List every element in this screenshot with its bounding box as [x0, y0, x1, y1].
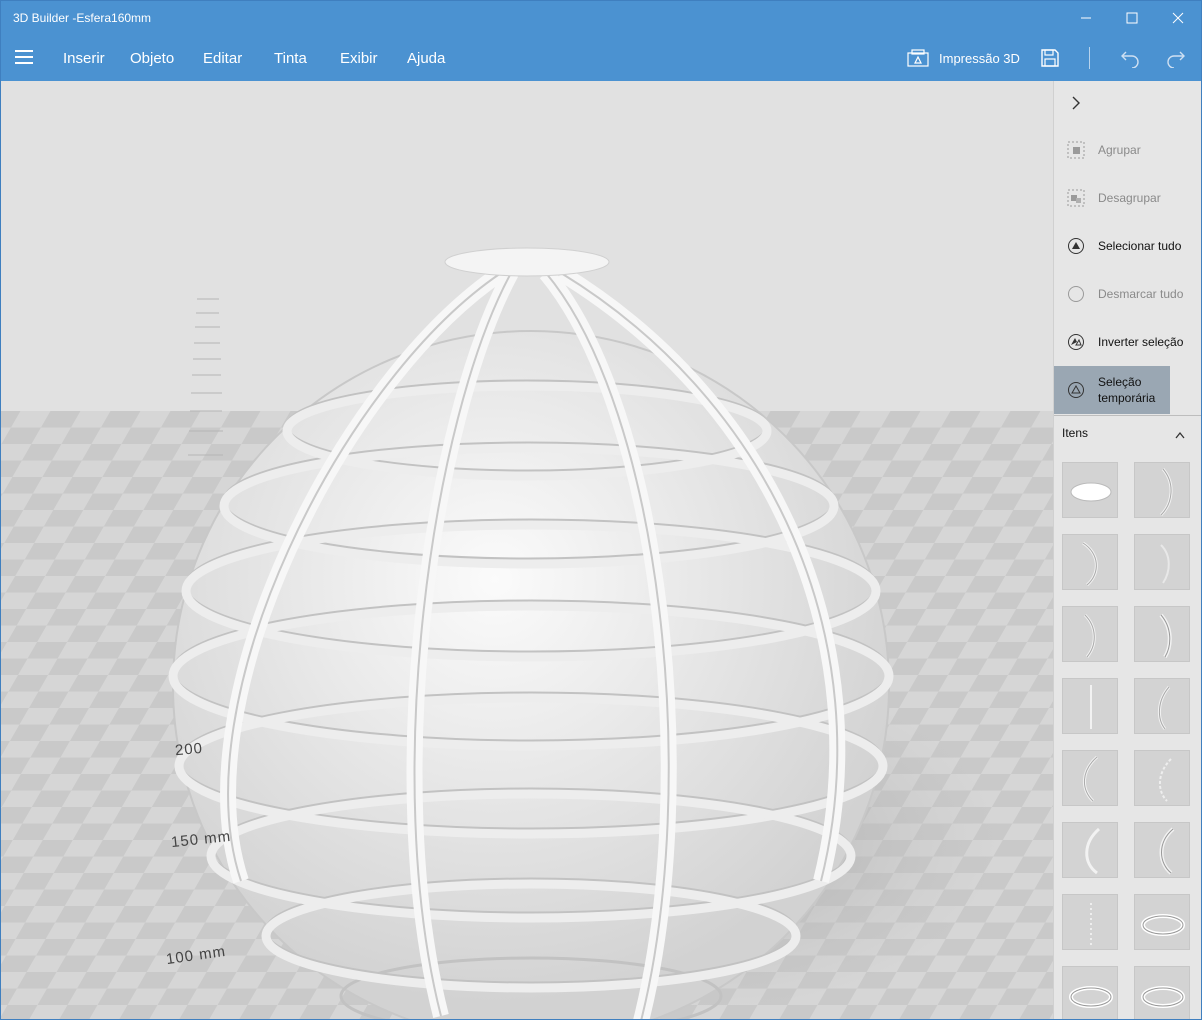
item-thumbnail[interactable] [1062, 822, 1118, 878]
select-all-button[interactable]: Selecionar tudo [1054, 222, 1201, 270]
window-title: 3D Builder -Esfera160mm [13, 11, 152, 25]
menu-exibir[interactable]: Exibir [340, 50, 378, 67]
build-plate-scene [1, 81, 1053, 1019]
ring-icon [1141, 986, 1185, 1008]
item-thumbnail[interactable] [1062, 606, 1118, 662]
item-thumbnail[interactable] [1134, 894, 1190, 950]
print-3d-button[interactable]: Impressão 3D [907, 47, 1020, 69]
menu-ajuda[interactable]: Ajuda [407, 50, 445, 67]
app-window: 3D Builder -Esfera160mm Inserir Objeto E… [0, 0, 1202, 1020]
undo-button[interactable] [1117, 45, 1143, 71]
rib-icon [1159, 613, 1172, 659]
undo-icon [1121, 51, 1139, 68]
print-3d-label: Impressão 3D [939, 50, 1020, 66]
rib-icon [1085, 827, 1101, 875]
item-thumbnail[interactable] [1062, 966, 1118, 1019]
side-panel: Agrupar Desagrupar Selecionar tudo Desma… [1053, 81, 1201, 1019]
ungroup-button[interactable]: Desagrupar [1054, 174, 1201, 222]
rib-icon [1090, 903, 1092, 945]
3d-viewport[interactable]: 100 mm 150 mm 200 [1, 81, 1053, 1019]
menu-tinta[interactable]: Tinta [274, 50, 307, 67]
item-thumbnail[interactable] [1134, 966, 1190, 1019]
temporary-selection-icon [1068, 382, 1084, 398]
minimize-icon [1081, 17, 1091, 19]
item-thumbnail[interactable] [1134, 606, 1190, 662]
item-thumbnail[interactable] [1062, 462, 1118, 518]
item-thumbnail[interactable] [1134, 678, 1190, 734]
disc-icon [1070, 482, 1112, 502]
group-label: Agrupar [1098, 143, 1141, 157]
menu-inserir[interactable]: Inserir [63, 50, 105, 67]
redo-button[interactable] [1163, 45, 1189, 71]
item-thumbnail[interactable] [1134, 822, 1190, 878]
rib-icon [1159, 468, 1173, 517]
deselect-all-label: Desmarcar tudo [1098, 287, 1184, 301]
item-thumbnail[interactable] [1062, 750, 1118, 806]
item-thumbnail[interactable] [1062, 678, 1118, 734]
ungroup-label: Desagrupar [1098, 191, 1161, 205]
toolbar-separator [1089, 47, 1090, 69]
select-all-icon [1068, 238, 1084, 254]
temporary-selection-button[interactable]: Seleção temporária [1054, 366, 1170, 414]
hamburger-menu-icon[interactable] [15, 50, 33, 64]
items-header-label: Itens [1062, 426, 1089, 440]
item-thumbnail[interactable] [1134, 534, 1190, 590]
deselect-all-icon [1068, 286, 1084, 302]
select-all-label: Selecionar tudo [1098, 239, 1182, 253]
rib-icon [1090, 685, 1092, 729]
ruler-label-200: 200 [174, 739, 204, 760]
invert-selection-label: Inverter seleção [1098, 335, 1184, 349]
close-button[interactable] [1155, 1, 1201, 35]
title-bar: 3D Builder -Esfera160mm [1, 1, 1201, 35]
rib-icon [1158, 686, 1171, 730]
group-icon [1067, 141, 1085, 159]
chevron-up-icon [1175, 431, 1185, 439]
menu-editar[interactable]: Editar [203, 50, 242, 67]
rib-icon [1082, 541, 1098, 587]
invert-selection-button[interactable]: Inverter seleção [1054, 318, 1201, 366]
rib-icon [1083, 755, 1099, 803]
temporary-selection-label: Seleção temporária [1098, 375, 1156, 405]
maximize-icon [1126, 12, 1138, 24]
redo-icon [1167, 51, 1185, 68]
ring-icon [1069, 986, 1113, 1008]
save-button[interactable] [1037, 45, 1063, 71]
menu-bar: Inserir Objeto Editar Tinta Exibir Ajuda… [1, 35, 1201, 81]
ungroup-icon [1067, 189, 1085, 207]
collapse-panel-button[interactable] [1070, 95, 1082, 116]
chevron-right-icon [1072, 96, 1080, 110]
deselect-all-button[interactable]: Desmarcar tudo [1054, 270, 1201, 318]
menu-objeto[interactable]: Objeto [130, 50, 174, 67]
rib-icon [1160, 544, 1170, 584]
item-thumbnail[interactable] [1062, 894, 1118, 950]
printer-3d-icon [907, 49, 929, 67]
rib-icon [1083, 613, 1096, 658]
items-header[interactable]: Itens [1054, 415, 1201, 449]
save-icon [1041, 49, 1059, 67]
item-thumbnail[interactable] [1134, 750, 1190, 806]
item-thumbnail[interactable] [1062, 534, 1118, 590]
item-thumbnail[interactable] [1134, 462, 1190, 518]
group-button[interactable]: Agrupar [1054, 126, 1201, 174]
rib-icon [1159, 758, 1172, 802]
minimize-button[interactable] [1063, 1, 1109, 35]
maximize-button[interactable] [1109, 1, 1155, 35]
invert-selection-icon [1068, 334, 1084, 350]
ring-icon [1141, 914, 1185, 936]
rib-icon [1159, 827, 1175, 875]
close-icon [1172, 12, 1184, 24]
